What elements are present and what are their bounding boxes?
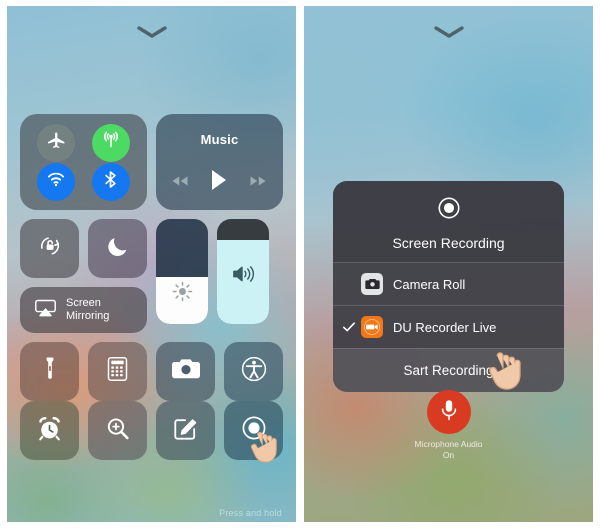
- cc-row-2: Screen Mirroring: [20, 219, 283, 333]
- option-label: DU Recorder Live: [393, 319, 497, 335]
- option-label: Camera Roll: [393, 276, 466, 292]
- microphone-button[interactable]: [426, 390, 471, 434]
- option-du-recorder-live[interactable]: DU Recorder Live: [333, 305, 564, 348]
- screen-record-icon: [239, 413, 269, 448]
- moon-icon: [105, 234, 130, 264]
- start-recording-button[interactable]: Sart Recording: [333, 348, 564, 392]
- music-widget[interactable]: Music: [155, 114, 283, 210]
- fast-forward-icon[interactable]: [249, 174, 267, 192]
- control-center-panel: Music Screen Mirroring Press and hold: [7, 6, 296, 522]
- calculator-button[interactable]: [88, 342, 147, 401]
- cc-row-1: Music: [20, 114, 283, 210]
- screenshot-root: Music Screen Mirroring Press and hold Sc…: [0, 0, 600, 528]
- accessibility-icon: [240, 355, 268, 388]
- magnifier-button[interactable]: [88, 401, 147, 460]
- airplay-icon: [34, 298, 57, 323]
- screen-mirroring-label: Screen Mirroring: [66, 297, 110, 322]
- microphone-audio-control: Microphone Audio On: [304, 390, 593, 461]
- volume-slider[interactable]: [217, 219, 269, 324]
- brightness-slider[interactable]: [156, 219, 208, 324]
- brightness-fill: [156, 276, 208, 324]
- play-icon[interactable]: [209, 169, 229, 196]
- rotation-lock-toggle[interactable]: [20, 219, 79, 278]
- wifi-icon: [45, 168, 67, 195]
- notes-button[interactable]: [156, 401, 215, 460]
- airplane-icon: [46, 130, 67, 156]
- bluetooth-icon: [100, 169, 121, 195]
- chevron-down-icon[interactable]: [432, 24, 466, 40]
- airplane-mode-toggle[interactable]: [37, 123, 76, 162]
- rewind-icon[interactable]: [171, 174, 189, 192]
- option-camera-roll[interactable]: Camera Roll: [333, 262, 564, 305]
- camera-icon: [171, 357, 201, 386]
- volume-icon: [231, 263, 256, 290]
- alarm-clock-icon: [36, 415, 63, 447]
- press-and-hold-hint: Press and hold: [219, 508, 282, 518]
- cellular-data-toggle[interactable]: [91, 123, 130, 162]
- music-title: Music: [200, 132, 239, 147]
- chevron-down-icon[interactable]: [135, 24, 169, 40]
- flashlight-icon: [38, 356, 62, 387]
- checkmark-icon: [342, 320, 356, 334]
- toggles-column: Screen Mirroring: [20, 219, 147, 333]
- screen-recording-panel: Screen Recording Camera Roll DU Recorder…: [304, 6, 593, 522]
- shortcuts-row-2: [20, 401, 283, 463]
- record-dot-icon: [435, 194, 463, 227]
- music-controls: [171, 169, 267, 196]
- calculator-icon: [106, 356, 129, 387]
- screen-mirroring-button[interactable]: Screen Mirroring: [20, 287, 147, 333]
- notes-icon: [172, 415, 199, 447]
- microphone-icon: [439, 398, 459, 427]
- camera-button[interactable]: [156, 342, 215, 401]
- magnifier-plus-icon: [104, 415, 131, 447]
- control-center-grid: Music Screen Mirroring: [20, 114, 283, 463]
- accessibility-button[interactable]: [224, 342, 283, 401]
- cellular-icon: [100, 129, 122, 156]
- screen-recording-sheet: Screen Recording Camera Roll DU Recorder…: [333, 181, 564, 392]
- sheet-title: Screen Recording: [392, 235, 505, 251]
- screen-record-button[interactable]: [224, 401, 283, 463]
- start-recording-label: Sart Recording: [403, 363, 494, 378]
- du-recorder-icon: [361, 316, 383, 338]
- bluetooth-toggle[interactable]: [91, 162, 130, 201]
- connectivity-tile: [20, 114, 147, 210]
- flashlight-button[interactable]: [20, 342, 79, 401]
- microphone-audio-caption: Microphone Audio On: [414, 439, 483, 460]
- brightness-icon: [171, 280, 194, 308]
- shortcuts-row-1: [20, 342, 283, 401]
- wifi-toggle[interactable]: [37, 162, 76, 201]
- rotation-lock-icon: [36, 232, 64, 265]
- camera-roll-icon: [361, 273, 383, 295]
- sheet-header: Screen Recording: [333, 181, 564, 262]
- do-not-disturb-toggle[interactable]: [88, 219, 147, 278]
- volume-fill: [217, 240, 269, 324]
- alarm-button[interactable]: [20, 401, 79, 460]
